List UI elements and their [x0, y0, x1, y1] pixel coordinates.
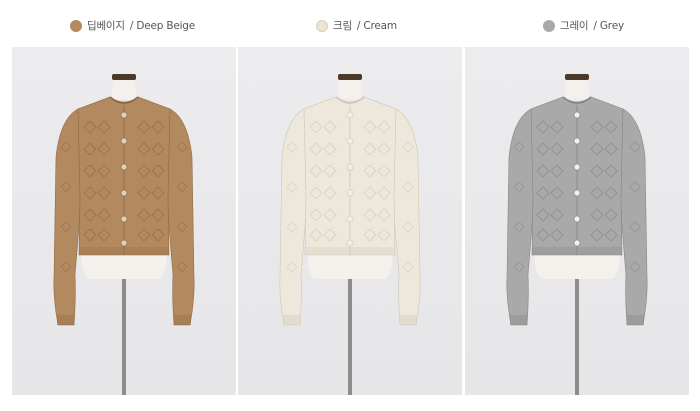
mannequin-torso	[307, 252, 393, 279]
mannequin-neck	[565, 80, 589, 99]
cardigan-button	[346, 189, 354, 197]
cardigan-illustration	[279, 74, 421, 395]
color-label-ko: 크림	[333, 20, 352, 32]
cardigan-button	[346, 137, 354, 145]
stand-pole	[122, 262, 126, 395]
right-cuff	[174, 315, 191, 325]
cardigan-button	[346, 239, 354, 247]
color-label-deep-beige: 딥베이지 / Deep Beige	[70, 18, 195, 33]
color-label-en: / Deep Beige	[129, 19, 196, 32]
cardigan-button	[346, 111, 354, 119]
color-label-ko: 딥베이지	[87, 20, 125, 32]
color-dot-icon	[70, 19, 82, 32]
cardigan-button	[120, 189, 128, 197]
color-label-ko: 그레이	[560, 20, 589, 32]
cardigan-illustration	[506, 74, 648, 395]
product-photo-grey[interactable]	[465, 47, 689, 395]
mannequin-neck	[338, 80, 362, 99]
right-cuff	[627, 315, 644, 325]
cardigan-button	[573, 163, 581, 171]
color-label-grey: 그레이 / Grey	[543, 18, 624, 33]
cardigan-button	[573, 111, 581, 119]
color-label-en: / Cream	[356, 19, 397, 32]
stand-pole	[348, 262, 352, 395]
color-label-cream: 크림 / Cream	[316, 18, 397, 33]
right-cuff	[400, 315, 417, 325]
color-dot-icon	[316, 19, 328, 32]
cardigan-button	[120, 239, 128, 247]
cardigan-button	[346, 215, 354, 223]
cardigan-button	[573, 189, 581, 197]
cardigan-button	[573, 215, 581, 223]
cardigan-button	[573, 137, 581, 145]
mannequin-torso	[534, 252, 620, 279]
mannequin-neck	[112, 80, 136, 99]
cardigan-illustration	[53, 74, 195, 395]
product-photo-cream[interactable]	[238, 47, 462, 395]
mannequin-neck-cap	[112, 74, 136, 80]
product-photo-deep-beige[interactable]	[12, 47, 236, 395]
left-cuff	[510, 315, 527, 325]
cardigan-button	[120, 137, 128, 145]
left-cuff	[283, 315, 300, 325]
cardigan-button	[120, 111, 128, 119]
color-label-en: / Grey	[593, 19, 624, 32]
color-dot-icon	[543, 19, 555, 32]
mannequin-neck-cap	[565, 74, 589, 80]
cardigan-button	[573, 239, 581, 247]
cardigan-button	[346, 163, 354, 171]
mannequin-torso	[81, 252, 167, 279]
cardigan-button	[120, 215, 128, 223]
mannequin-neck-cap	[338, 74, 362, 80]
cardigan-button	[120, 163, 128, 171]
left-cuff	[57, 315, 74, 325]
stand-pole	[575, 262, 579, 395]
